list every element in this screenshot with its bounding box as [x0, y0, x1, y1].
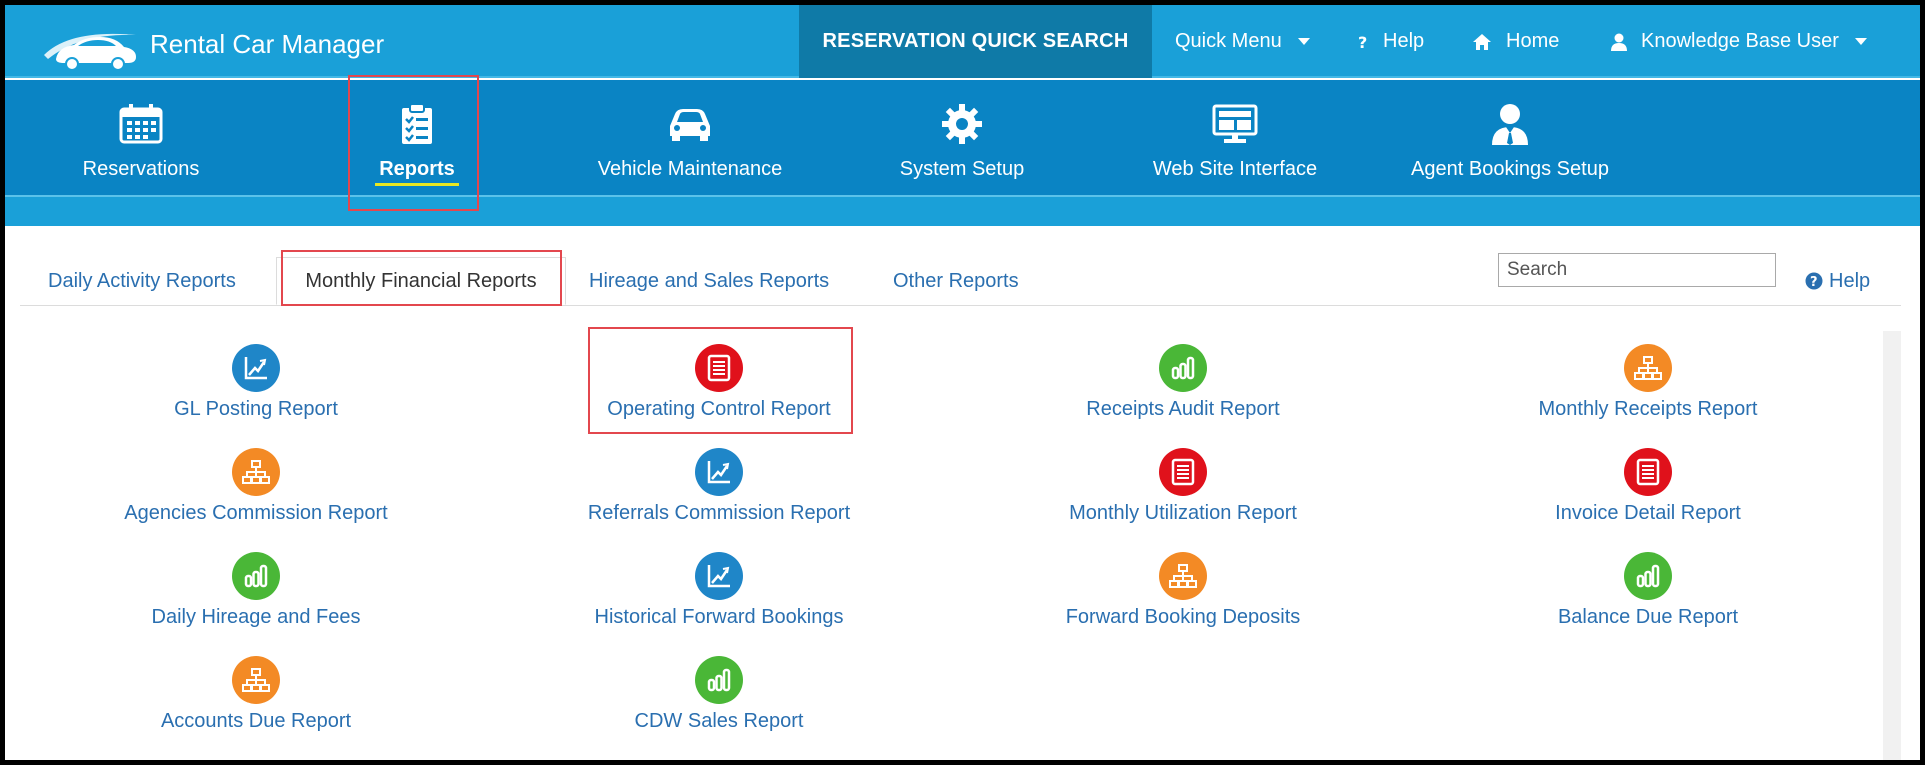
scrollbar[interactable]: [1883, 331, 1901, 760]
tabs-divider: [20, 305, 1901, 306]
nav-label: Reports: [379, 158, 455, 180]
report-monthly-receipts[interactable]: Monthly Receipts Report: [1428, 344, 1868, 421]
report-label: GL Posting Report: [174, 398, 338, 420]
report-label: Accounts Due Report: [160, 710, 352, 732]
bars-icon: [1159, 344, 1207, 392]
question-icon: ?: [1357, 33, 1369, 51]
nav-label: Vehicle Maintenance: [597, 158, 783, 180]
report-agencies-commission[interactable]: Agencies Commission Report: [36, 448, 476, 525]
monitor-icon: [1212, 102, 1258, 146]
active-nav-underline: [375, 183, 459, 186]
nav-item-reports[interactable]: Reports: [347, 80, 487, 195]
report-label: Monthly Receipts Report: [1538, 398, 1758, 420]
nav-item-web-site-interface[interactable]: Web Site Interface: [1135, 80, 1335, 195]
report-label: Invoice Detail Report: [1555, 502, 1741, 524]
hierarchy-icon: [232, 448, 280, 496]
tab-other-reports[interactable]: Other Reports: [893, 257, 1019, 305]
bars-icon: [1624, 552, 1672, 600]
help-top-label: Help: [1383, 30, 1425, 52]
quick-menu-label: Quick Menu: [1175, 30, 1282, 52]
question-circle-icon: ?: [1805, 272, 1823, 290]
report-daily-hireage-and-fees[interactable]: Daily Hireage and Fees: [36, 552, 476, 629]
user-name: Knowledge Base User: [1641, 30, 1839, 52]
document-icon: [1159, 448, 1207, 496]
report-invoice-detail[interactable]: Invoice Detail Report: [1428, 448, 1868, 525]
report-balance-due[interactable]: Balance Due Report: [1428, 552, 1868, 629]
gear-icon: [942, 102, 982, 146]
caret-down-icon: [1297, 37, 1310, 46]
tab-monthly-financial-reports[interactable]: Monthly Financial Reports: [276, 257, 566, 305]
search-input[interactable]: [1498, 253, 1776, 287]
nav-label: Web Site Interface: [1152, 158, 1318, 180]
caret-down-icon: [1854, 37, 1867, 46]
report-receipts-audit[interactable]: Receipts Audit Report: [963, 344, 1403, 421]
nav-strip: [5, 195, 1920, 226]
report-label: Daily Hireage and Fees: [151, 606, 361, 628]
car-icon: [667, 102, 713, 146]
calendar-icon: [118, 102, 164, 146]
report-historical-forward-bookings[interactable]: Historical Forward Bookings: [499, 552, 939, 629]
nav-label: System Setup: [899, 158, 1025, 180]
report-label: Referrals Commission Report: [587, 502, 851, 524]
app-title: Rental Car Manager: [150, 29, 385, 59]
bars-icon: [232, 552, 280, 600]
hierarchy-icon: [1159, 552, 1207, 600]
report-label: Forward Booking Deposits: [1065, 606, 1301, 628]
nav-label: Agent Bookings Setup: [1411, 158, 1609, 180]
nav-label: Reservations: [82, 158, 200, 180]
report-operating-control[interactable]: Operating Control Report: [499, 344, 939, 421]
home-link[interactable]: Home: [1472, 5, 1559, 78]
user-icon: [1611, 33, 1627, 51]
bars-icon: [695, 656, 743, 704]
tab-hireage-and-sales-reports[interactable]: Hireage and Sales Reports: [589, 257, 829, 305]
report-label: Balance Due Report: [1557, 606, 1739, 628]
nav-item-vehicle-maintenance[interactable]: Vehicle Maintenance: [585, 80, 795, 195]
report-label: Historical Forward Bookings: [594, 606, 844, 628]
home-label: Home: [1506, 30, 1560, 52]
hierarchy-icon: [1624, 344, 1672, 392]
report-accounts-due[interactable]: Accounts Due Report: [36, 656, 476, 733]
report-monthly-utilization[interactable]: Monthly Utilization Report: [963, 448, 1403, 525]
report-gl-posting[interactable]: GL Posting Report: [36, 344, 476, 421]
hierarchy-icon: [232, 656, 280, 704]
help-label: Help: [1829, 269, 1871, 292]
help-top-link[interactable]: ? Help: [1357, 5, 1424, 78]
svg-text:?: ?: [1810, 275, 1818, 290]
nav-item-reservations[interactable]: Reservations: [61, 80, 221, 195]
nav-item-agent-bookings-setup[interactable]: Agent Bookings Setup: [1395, 80, 1625, 195]
document-icon: [695, 344, 743, 392]
car-logo-icon[interactable]: [40, 25, 142, 71]
user-menu-dropdown[interactable]: Knowledge Base User: [1611, 5, 1867, 78]
chart-icon: [232, 344, 280, 392]
svg-text:?: ?: [1358, 33, 1367, 51]
report-label: Monthly Utilization Report: [1069, 502, 1297, 524]
document-icon: [1624, 448, 1672, 496]
report-label: Agencies Commission Report: [124, 502, 388, 524]
report-label: Operating Control Report: [607, 398, 831, 420]
chart-icon: [695, 552, 743, 600]
tab-daily-activity-reports[interactable]: Daily Activity Reports: [48, 257, 236, 305]
quick-menu-dropdown[interactable]: Quick Menu: [1175, 5, 1310, 78]
help-link[interactable]: ? Help: [1805, 257, 1870, 305]
agent-icon: [1491, 102, 1529, 146]
report-label: Receipts Audit Report: [1086, 398, 1280, 420]
reservation-quick-search-button[interactable]: RESERVATION QUICK SEARCH: [799, 5, 1152, 78]
nav-item-system-setup[interactable]: System Setup: [887, 80, 1037, 195]
clipboard-icon: [400, 102, 434, 146]
chart-icon: [695, 448, 743, 496]
report-referrals-commission[interactable]: Referrals Commission Report: [499, 448, 939, 525]
home-icon: [1472, 33, 1492, 51]
app-window: Rental Car Manager RESERVATION QUICK SEA…: [5, 5, 1920, 760]
report-cdw-sales[interactable]: CDW Sales Report: [499, 656, 939, 733]
report-forward-booking-deposits[interactable]: Forward Booking Deposits: [963, 552, 1403, 629]
report-label: CDW Sales Report: [634, 710, 804, 732]
